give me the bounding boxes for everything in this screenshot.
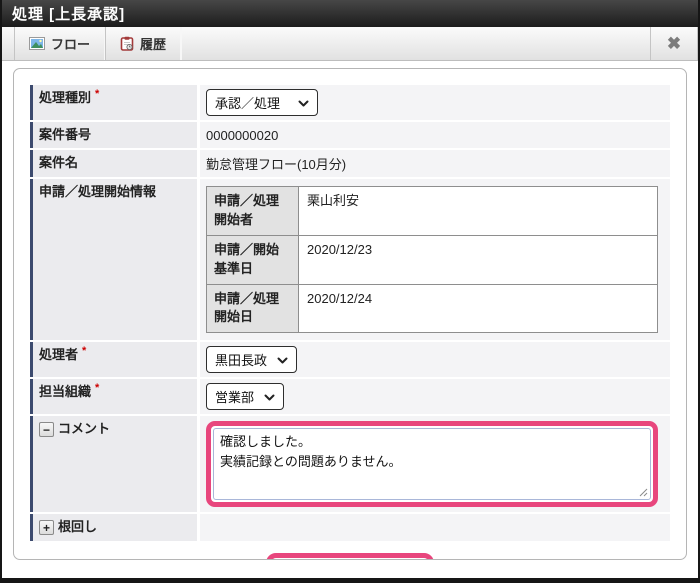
plus-icon: + [42,520,50,535]
form-panel: 処理種別 * 承認／処理 案件番号 0000000020 案件名 勤怠管理フロー… [13,68,687,560]
case-number-label: 案件番号 [30,122,197,149]
toolbar: フロー 履歴 ✖ [2,27,698,61]
label-text: 案件番号 [39,127,92,142]
flow-button[interactable]: フロー [14,27,106,60]
form-row-case-name: 案件名 勤怠管理フロー(10月分) [30,150,670,178]
close-icon: ✖ [666,34,682,53]
resize-grip-icon[interactable] [639,488,648,497]
process-type-selected-value: 承認／処理 [215,96,281,111]
case-name-label: 案件名 [30,150,197,178]
start-info-table: 申請／処理開始者 栗山利安 申請／開始基準日 2020/12/23 申請／処理開… [206,186,658,334]
collapse-toggle-button[interactable]: − [39,422,54,438]
case-name-field: 勤怠管理フロー(10月分) [200,150,670,178]
history-button-label: 履歴 [140,37,167,52]
table-row: 申請／開始基準日 2020/12/23 [206,234,658,285]
process-type-label: 処理種別 * [30,85,197,120]
required-mark: * [82,345,87,358]
approve-highlight-ring: 承認／処理 [266,552,434,559]
comment-textarea[interactable]: 確認しました。 実績記録との問題ありません。 [213,428,651,501]
organization-select[interactable]: 営業部 [206,383,285,411]
form-row-organization: 担当組織 * 営業部 [30,379,670,415]
workflow-window: 処理 [上長承認] フロー 履歴 ✖ 処理種別 * 承認／処理 案件番号 000… [0,0,700,583]
label-text: 担当組織 [39,384,92,400]
flow-icon [29,37,45,50]
label-text: 処理種別 [39,90,92,105]
form-row-start-info: 申請／処理開始情報 申請／処理開始者 栗山利安 申請／開始基準日 2020/12… [30,179,670,341]
comment-highlight-ring: 確認しました。 実績記録との問題ありません。 [206,421,658,508]
chevron-down-icon [298,95,309,110]
window-titlebar: 処理 [上長承認] [2,0,698,27]
table-row: 申請／処理開始者 栗山利安 [206,186,658,236]
form-row-process-type: 処理種別 * 承認／処理 [30,85,670,120]
label-text: 根回し [58,519,98,535]
minus-icon: − [42,422,50,437]
start-info-row-value: 2020/12/23 [298,234,658,285]
chevron-down-icon [277,352,288,367]
close-button[interactable]: ✖ [650,27,698,60]
case-number-value: 0000000020 [206,127,279,143]
action-row: 承認／処理 [30,552,670,559]
content-area: 処理種別 * 承認／処理 案件番号 0000000020 案件名 勤怠管理フロー… [2,61,698,578]
nemawashi-label: + 根回し [30,514,197,541]
comment-label: − コメント [30,416,197,513]
form-row-case-number: 案件番号 0000000020 [30,122,670,149]
processor-label: 処理者 * [30,342,197,378]
start-info-row-value: 2020/12/24 [298,283,658,334]
chevron-down-icon [264,389,275,404]
start-info-label: 申請／処理開始情報 [30,179,197,341]
organization-selected-value: 営業部 [215,390,255,406]
label-text: 案件名 [39,155,79,171]
flow-button-label: フロー [51,37,91,52]
organization-label: 担当組織 * [30,379,197,415]
start-info-row-label: 申請／処理開始者 [206,186,299,236]
label-text: 申請／処理開始情報 [39,184,157,200]
expand-toggle-button[interactable]: + [39,520,54,536]
label-text: 処理者 [39,347,79,363]
processor-selected-value: 黒田長政 [215,353,268,369]
form-row-comment: − コメント 確認しました。 実績記録との問題ありません。 [30,416,670,513]
history-icon [120,36,134,51]
start-info-row-label: 申請／開始基準日 [206,234,299,285]
required-mark: * [95,88,100,100]
case-number-field: 0000000020 [200,122,670,149]
organization-field: 営業部 [200,379,670,415]
process-type-select[interactable]: 承認／処理 [206,89,318,116]
start-info-field: 申請／処理開始者 栗山利安 申請／開始基準日 2020/12/23 申請／処理開… [200,179,670,341]
start-info-row-label: 申請／処理開始日 [206,283,299,334]
history-button[interactable]: 履歴 [105,27,182,60]
case-name-value: 勤怠管理フロー(10月分) [206,157,347,173]
form-row-nemawashi: + 根回し [30,514,670,541]
required-mark: * [95,382,100,395]
page-title: 処理 [上長承認] [12,6,126,23]
table-row: 申請／処理開始日 2020/12/24 [206,283,658,334]
nemawashi-field [200,514,670,541]
label-text: コメント [58,421,111,437]
start-info-row-value: 栗山利安 [298,186,658,236]
processor-select[interactable]: 黒田長政 [206,346,298,374]
form-row-processor: 処理者 * 黒田長政 [30,342,670,378]
processor-field: 黒田長政 [200,342,670,378]
process-type-field: 承認／処理 [200,85,670,120]
comment-field: 確認しました。 実績記録との問題ありません。 [200,416,670,513]
